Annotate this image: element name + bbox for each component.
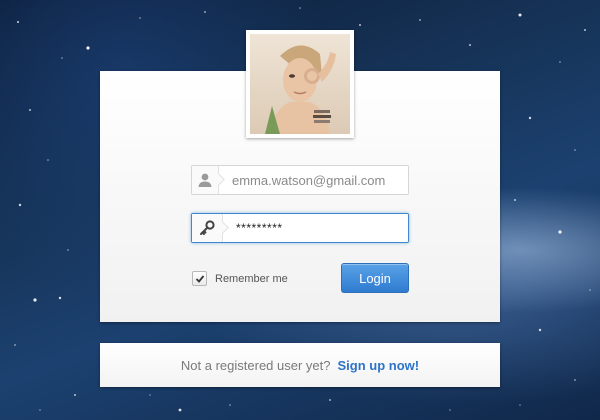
profile-photo (250, 34, 350, 134)
login-button[interactable]: Login (341, 263, 409, 293)
email-field[interactable] (191, 165, 409, 195)
remember-me-checkbox[interactable] (192, 271, 207, 286)
key-icon (192, 214, 223, 242)
checkmark-icon (195, 274, 204, 283)
email-input[interactable] (219, 167, 408, 193)
password-input[interactable] (223, 215, 408, 241)
remember-me-label[interactable]: Remember me (215, 273, 288, 285)
signup-bar: Not a registered user yet? Sign up now! (100, 343, 500, 387)
user-icon (192, 166, 219, 194)
password-field[interactable] (191, 213, 409, 243)
signup-link[interactable]: Sign up now! (337, 358, 419, 373)
remember-me[interactable]: Remember me (192, 271, 288, 286)
avatar (246, 30, 354, 138)
signup-prompt: Not a registered user yet? (180, 357, 331, 373)
